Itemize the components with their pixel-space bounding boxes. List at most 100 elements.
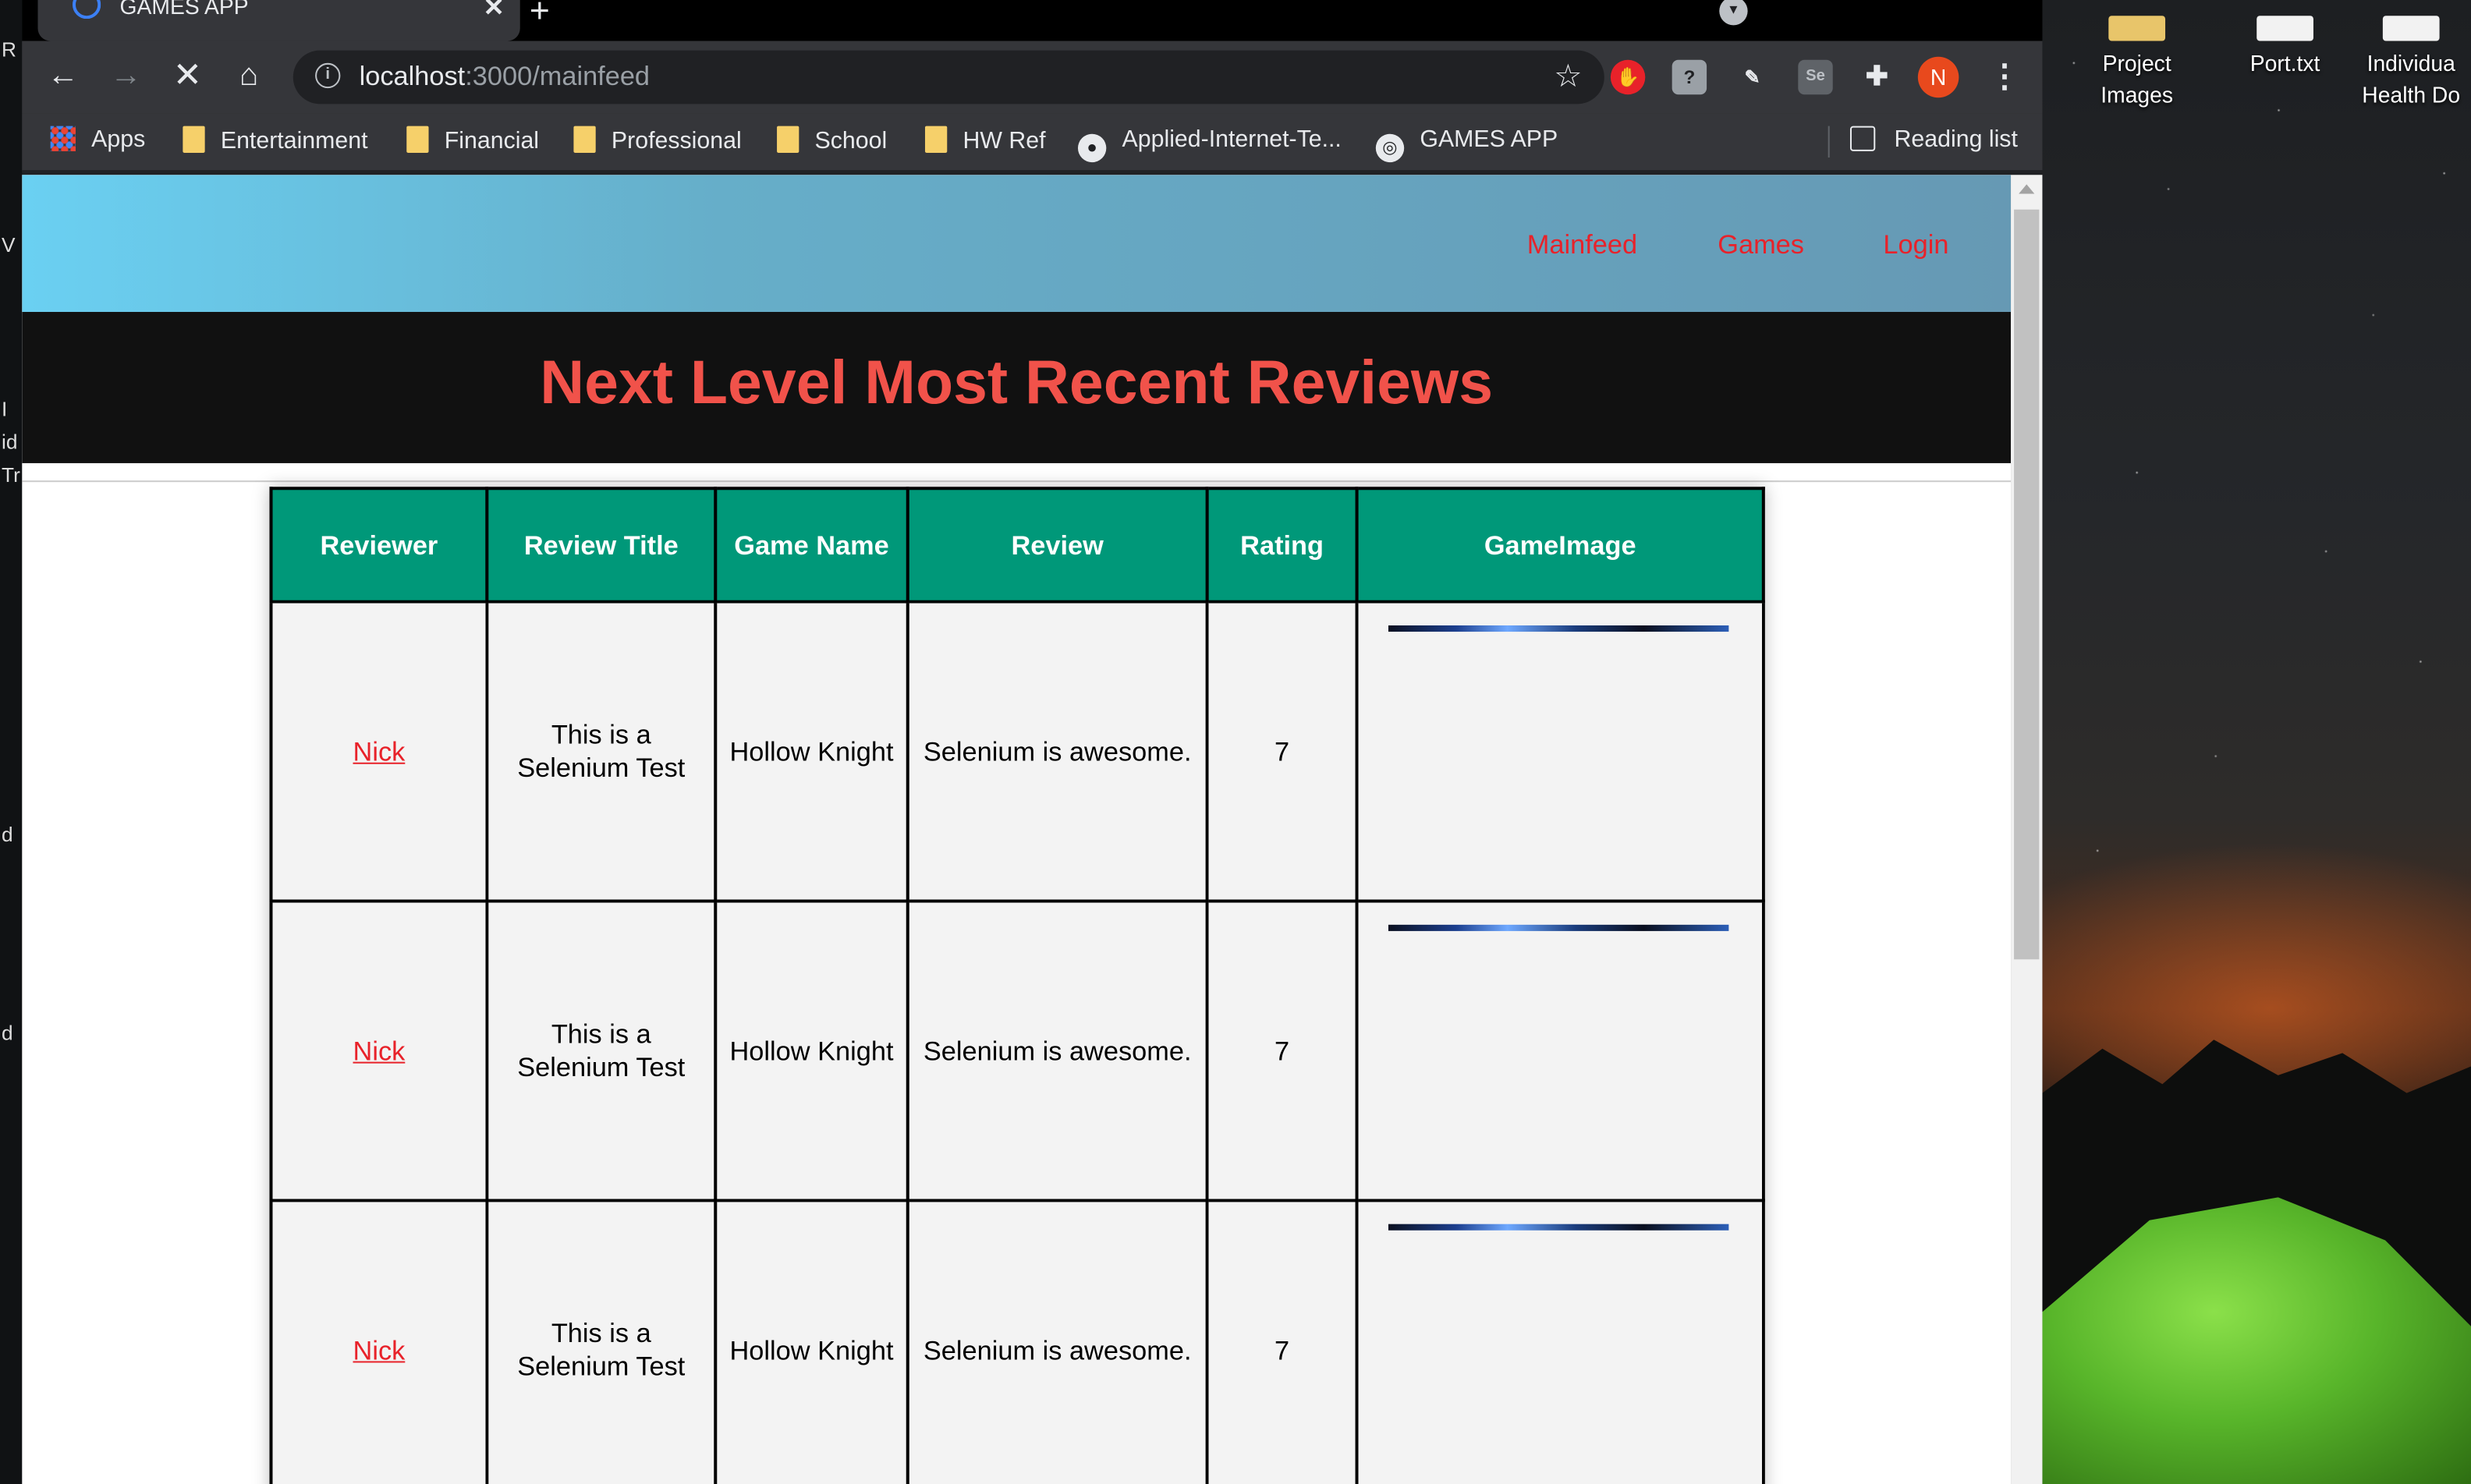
site-navbar: Mainfeed Games Login [22,175,2012,312]
game-name-cell: Hollow Knight [714,600,909,903]
column-header-rating: Rating [1205,487,1359,604]
menu-kebab-icon[interactable]: ⋮ [1989,57,2020,97]
picker-extension-icon[interactable]: ✎ [1735,60,1769,94]
browser-toolbar: ← → ✕ ⌂ i localhost:3000/mainfeed ☆ ✋ ? … [22,41,2043,114]
page-title: Next Level Most Recent Reviews [540,349,1494,418]
reading-list-icon [1849,126,1876,151]
bookmark-entertainment[interactable]: Entertainment [183,126,368,158]
game-image-cell [1355,1199,1765,1484]
reviewer-cell: Nick [269,1199,489,1484]
reviewer-cell: Nick [269,600,489,903]
bookmark-financial[interactable]: Financial [406,126,539,158]
game-image-cell [1355,899,1765,1202]
tab-search-chevron-icon[interactable]: ▾ [1719,0,1748,26]
reviewer-link[interactable]: Nick [353,736,406,766]
folder-icon [924,126,948,153]
folder-icon [406,126,429,153]
nav-link-mainfeed[interactable]: Mainfeed [1527,230,1637,261]
stop-loading-icon[interactable]: ✕ [165,54,210,98]
bookmark-label: GAMES APP [1420,126,1558,153]
back-arrow-icon[interactable]: ← [41,54,86,98]
bookmark-star-icon[interactable]: ☆ [1554,57,1582,97]
column-header-reviewer: Reviewer [269,487,489,604]
desktop-icon-health-doc[interactable]: Individua Health Do [2348,16,2471,110]
reading-list-button[interactable]: Reading list [1849,126,2018,158]
review-text-cell: Selenium is awesome. [906,899,1209,1202]
help-extension-icon[interactable]: ? [1672,59,1707,95]
game-image-cell [1355,600,1765,903]
bookmark-applied-internet[interactable]: ● Applied-Internet-Te... [1077,126,1342,163]
left-edge-text: d [2,1021,13,1045]
desktop-left-edge: R V I id Tr d d [0,0,23,1484]
close-icon[interactable]: ✕ [483,0,504,23]
table-header-row: Reviewer Review Title Game Name Review R… [269,487,1765,604]
desktop-icon-project-images[interactable]: Project Images [2066,16,2208,110]
left-edge-text: R [2,37,16,62]
review-text-cell: Selenium is awesome. [906,1199,1209,1484]
adblock-hand-icon[interactable]: ✋ [1610,59,1646,95]
game-name-cell: Hollow Knight [714,899,909,1202]
bookmark-label: Applied-Internet-Te... [1122,126,1342,153]
divider [22,480,2012,483]
bookmark-label: Apps [91,126,146,153]
bookmarks-divider [1828,126,1830,158]
url-path: :3000/mainfeed [465,61,651,92]
table-row: Nick This is a Selenium Test Hollow Knig… [269,1199,1765,1484]
new-tab-plus-icon[interactable]: + [530,0,550,31]
loading-spinner-icon [72,0,101,19]
nav-link-games[interactable]: Games [1718,230,1804,261]
game-name-cell: Hollow Knight [714,1199,909,1484]
left-edge-text: I [2,397,8,421]
scrollbar-thumb[interactable] [2014,209,2040,960]
rating-cell: 7 [1205,899,1359,1202]
extensions-puzzle-icon[interactable]: ✚ [1859,60,1894,94]
page-hero: Next Level Most Recent Reviews [22,311,2012,463]
scroll-up-arrow-icon[interactable] [2019,184,2035,194]
left-edge-text: id [2,430,18,454]
left-edge-text: Tr [2,462,20,487]
tab-games-app[interactable]: GAMES APP ✕ [37,0,520,41]
desktop-icon-label: Project Images [2101,50,2174,108]
nav-link-login[interactable]: Login [1883,230,1948,261]
game-image [1388,625,1729,632]
reviewer-link[interactable]: Nick [353,1335,406,1365]
tab-title: GAMES APP [119,0,249,19]
forward-arrow-icon[interactable]: → [104,54,148,98]
desktop-icon-label: Individua Health Do [2362,50,2461,108]
profile-avatar[interactable]: N [1917,56,1959,98]
bookmark-label: Entertainment [220,127,368,154]
bookmark-label: Professional [611,127,742,154]
column-header-game-name: Game Name [714,487,909,604]
site-info-icon[interactable]: i [315,62,341,89]
table-row: Nick This is a Selenium Test Hollow Knig… [269,899,1765,1202]
review-text-cell: Selenium is awesome. [906,600,1209,903]
bookmark-games-app[interactable]: ◎ GAMES APP [1375,126,1558,163]
selenium-extension-icon[interactable]: Se [1798,59,1833,95]
game-image [1388,924,1729,931]
apps-grid-icon [50,126,76,151]
column-header-game-image: GameImage [1355,487,1765,604]
left-edge-text: V [2,232,16,257]
bookmark-label: Financial [444,127,540,154]
bookmark-hw-ref[interactable]: HW Ref [924,126,1046,158]
url-host: localhost [359,61,466,92]
bookmark-professional[interactable]: Professional [573,126,742,158]
github-icon: ● [1077,133,1107,163]
folder-icon [777,126,799,153]
address-bar[interactable]: i localhost:3000/mainfeed ☆ [292,50,1604,104]
rating-cell: 7 [1205,1199,1359,1484]
table-row: Nick This is a Selenium Test Hollow Knig… [269,600,1765,903]
bookmark-apps[interactable]: Apps [50,126,146,158]
reading-list-label: Reading list [1894,126,2018,153]
text-file-icon [2257,16,2313,41]
desktop-icon-port-txt[interactable]: Port.txt [2214,16,2356,79]
column-header-review: Review [906,487,1209,604]
page-scrollbar[interactable] [2011,175,2043,1484]
desktop-icon-label: Port.txt [2249,50,2320,76]
column-header-review-title: Review Title [485,487,718,604]
reviews-table: Reviewer Review Title Game Name Review R… [269,487,1765,1484]
reviewer-link[interactable]: Nick [353,1036,406,1065]
home-icon[interactable]: ⌂ [227,54,271,98]
rating-cell: 7 [1205,600,1359,903]
bookmark-school[interactable]: School [777,126,887,158]
